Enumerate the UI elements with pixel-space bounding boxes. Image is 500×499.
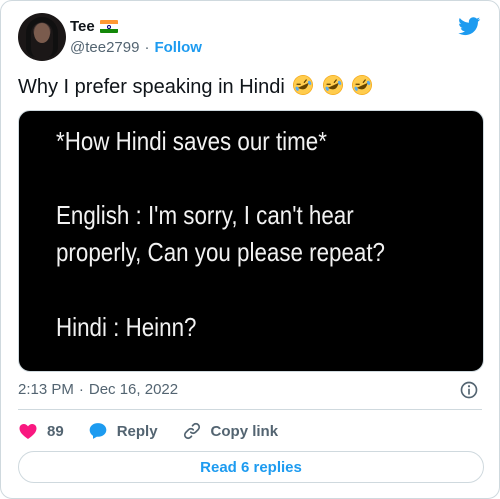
link-icon [183, 422, 200, 440]
timestamp-separator: · [78, 381, 84, 398]
tweet-media-image[interactable]: *How Hindi saves our time* English : I'm… [18, 110, 484, 372]
author-handle[interactable]: @tee2799 [70, 39, 139, 56]
read-replies-label: Read 6 replies [200, 458, 302, 476]
rofl-emoji-icon [293, 75, 314, 95]
author-name-row: Tee [70, 18, 118, 35]
tweet-text: Why I prefer speaking in Hindi [18, 74, 373, 99]
divider [18, 409, 482, 410]
read-replies-button[interactable]: Read 6 replies [18, 451, 484, 483]
tweet-text-body: Why I prefer speaking in Hindi [18, 76, 285, 98]
reply-label: Reply [116, 422, 158, 440]
tweet-time[interactable]: 2:13 PM [18, 381, 74, 398]
media-line-english-2: properly, Can you please repeat? [56, 237, 385, 267]
author-handle-row: @tee2799 · Follow [70, 39, 202, 56]
avatar[interactable] [18, 13, 66, 61]
media-line-english-1: English : I'm sorry, I can't hear [56, 200, 354, 230]
rofl-emoji-icon [322, 75, 343, 95]
like-count: 89 [47, 422, 64, 440]
reply-bubble-icon [89, 423, 107, 439]
like-button[interactable]: 89 [18, 421, 64, 441]
tweet-card: Tee @tee2799 · Follow Why I prefer speak… [0, 0, 500, 499]
tweet-date[interactable]: Dec 16, 2022 [89, 381, 178, 398]
tweet-timestamp[interactable]: 2:13 PM · Dec 16, 2022 [18, 381, 178, 398]
twitter-bird-icon[interactable] [457, 15, 482, 37]
rofl-emoji-icon [352, 75, 373, 95]
follow-link[interactable]: Follow [154, 39, 202, 56]
tweet-header: Tee @tee2799 · Follow [18, 13, 482, 63]
copy-link-label: Copy link [210, 422, 279, 440]
copy-link-button[interactable]: Copy link [182, 421, 279, 441]
media-line-title: *How Hindi saves our time* [56, 126, 327, 156]
handle-separator: · [144, 39, 150, 56]
india-flag-icon [99, 20, 118, 33]
heart-icon [19, 424, 37, 439]
tweet-actions: 89 Reply Copy link [18, 419, 302, 443]
author-name[interactable]: Tee [70, 18, 95, 35]
reply-button[interactable]: Reply [88, 421, 158, 441]
info-icon[interactable] [459, 380, 479, 400]
media-line-hindi: Hindi : Heinn? [56, 312, 197, 342]
